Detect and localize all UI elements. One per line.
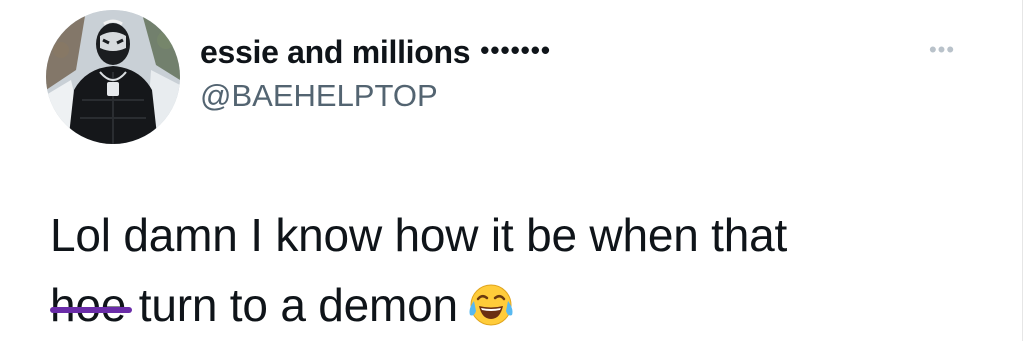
struck-word: hoe bbox=[50, 279, 133, 331]
user-handle[interactable]: @BAEHELPTOP bbox=[200, 78, 551, 114]
avatar-image bbox=[46, 10, 180, 144]
tweet-card[interactable]: essie and millions ••••••• @BAEHELPTOP •… bbox=[0, 0, 1023, 341]
tweet-text-line-1: Lol damn I know how it be when that bbox=[50, 209, 788, 261]
tweet-text: Lol damn I know how it be when that hoe … bbox=[50, 200, 990, 340]
display-name[interactable]: essie and millions bbox=[200, 34, 471, 71]
avatar[interactable] bbox=[46, 10, 180, 144]
struck-word-text: hoe bbox=[50, 279, 127, 331]
tweet-text-line-2: turn to a demon bbox=[126, 279, 458, 331]
face-with-tears-of-joy-icon bbox=[469, 284, 513, 326]
more-horizontal-icon: ••• bbox=[928, 37, 956, 62]
name-row: essie and millions ••••••• bbox=[200, 30, 551, 74]
name-suffix: ••••••• bbox=[480, 34, 551, 65]
author-block: essie and millions ••••••• @BAEHELPTOP bbox=[200, 30, 551, 114]
strikethrough-line bbox=[50, 307, 133, 314]
more-options-button[interactable]: ••• bbox=[922, 38, 962, 62]
